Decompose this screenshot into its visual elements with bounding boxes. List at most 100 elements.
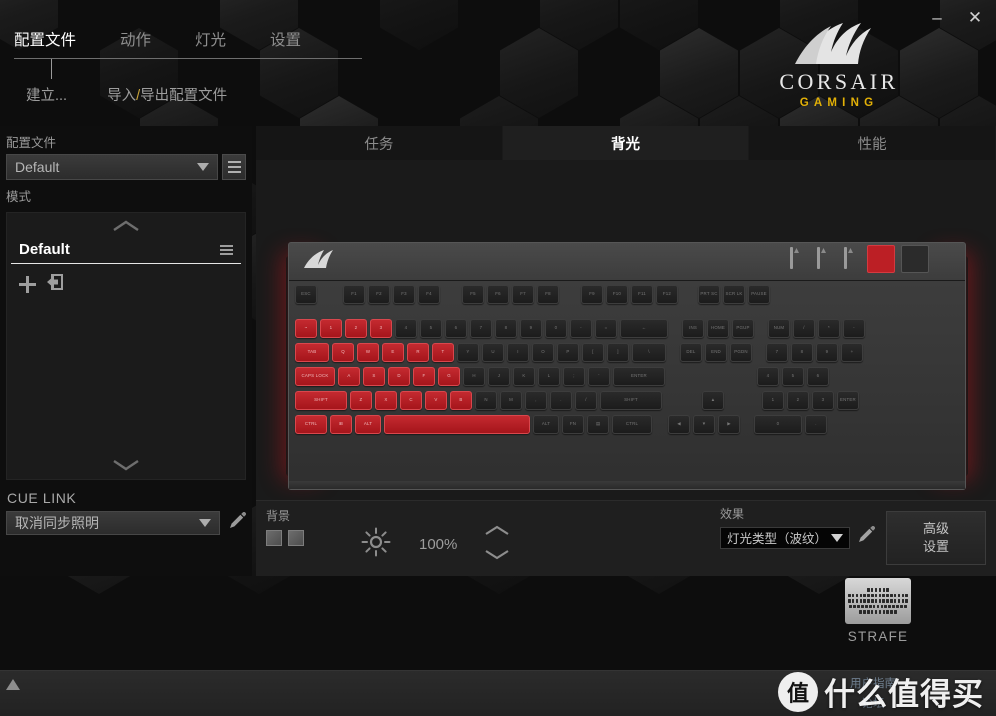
keyboard-key[interactable]: F9: [581, 285, 603, 304]
keyboard-key[interactable]: SCR LK: [723, 285, 745, 304]
keyboard-key[interactable]: PGUP: [732, 319, 754, 338]
keyboard-key[interactable]: ALT: [355, 415, 381, 434]
scroll-up-button[interactable]: [7, 213, 245, 239]
keyboard-key[interactable]: Y: [457, 343, 479, 362]
subtab-tasks[interactable]: 任务: [256, 126, 503, 160]
keyboard-key[interactable]: +: [841, 343, 863, 362]
keyboard-key[interactable]: ▶: [718, 415, 740, 434]
import-mode-icon[interactable]: [46, 273, 65, 296]
keyboard-key[interactable]: 5: [420, 319, 442, 338]
keyboard-key[interactable]: F6: [487, 285, 509, 304]
keyboard-key[interactable]: 4: [757, 367, 779, 386]
keyboard-key[interactable]: 0: [754, 415, 802, 434]
keyboard-key[interactable]: D: [388, 367, 410, 386]
keyboard-key[interactable]: NUM: [768, 319, 790, 338]
keyboard-key[interactable]: J: [488, 367, 510, 386]
keyboard-key[interactable]: FN: [562, 415, 584, 434]
advanced-settings-button[interactable]: 高级 设置: [886, 511, 986, 565]
keyboard-key[interactable]: PAUSE: [748, 285, 770, 304]
keyboard-key[interactable]: 6: [445, 319, 467, 338]
keyboard-key[interactable]: ENTER: [613, 367, 665, 386]
scroll-down-button[interactable]: [7, 451, 245, 479]
keyboard-key[interactable]: /: [575, 391, 597, 410]
keyboard-key[interactable]: ;: [563, 367, 585, 386]
keyboard-key[interactable]: 7: [766, 343, 788, 362]
tab-lighting[interactable]: 灯光: [195, 28, 226, 58]
keyboard-key[interactable]: -: [843, 319, 865, 338]
background-swatch-2[interactable]: [288, 530, 304, 546]
keyboard-key[interactable]: C: [400, 391, 422, 410]
keyboard-key[interactable]: F8: [537, 285, 559, 304]
keyboard-key[interactable]: ◀: [668, 415, 690, 434]
keyboard-key[interactable]: 9: [816, 343, 838, 362]
keyboard-key[interactable]: ▲: [702, 391, 724, 410]
keyboard-preview[interactable]: ESC F1 F2 F3 F4 F5 F6 F7 F8 F9 F10 F11 F12 PRT SC SCR …: [286, 242, 968, 490]
keyboard-key[interactable]: .: [550, 391, 572, 410]
keyboard-key[interactable]: 5: [782, 367, 804, 386]
keyboard-key[interactable]: 3: [812, 391, 834, 410]
keyboard-key[interactable]: G: [438, 367, 460, 386]
cue-link-edit-icon[interactable]: [228, 511, 246, 535]
create-profile-action[interactable]: 建立...: [26, 84, 67, 105]
keyboard-key[interactable]: CTRL: [612, 415, 652, 434]
keyboard-key[interactable]: ←: [620, 319, 668, 338]
keyboard-key[interactable]: [384, 415, 530, 434]
winlock-button[interactable]: [901, 245, 929, 273]
subtab-backlight[interactable]: 背光: [502, 126, 750, 160]
keyboard-key[interactable]: .: [805, 415, 827, 434]
keyboard-key[interactable]: 8: [495, 319, 517, 338]
keyboard-key[interactable]: ~: [295, 319, 317, 338]
effect-edit-icon[interactable]: [857, 526, 875, 549]
profile-menu-button[interactable]: [222, 154, 246, 180]
keyboard-key[interactable]: F7: [512, 285, 534, 304]
tab-settings[interactable]: 设置: [270, 28, 301, 58]
keyboard-key[interactable]: U: [482, 343, 504, 362]
keyboard-key[interactable]: O: [532, 343, 554, 362]
keyboard-key[interactable]: ALT: [533, 415, 559, 434]
keyboard-key[interactable]: [: [582, 343, 604, 362]
keyboard-key[interactable]: 2: [345, 319, 367, 338]
keyboard-key[interactable]: ENTER: [837, 391, 859, 410]
keyboard-key[interactable]: A: [338, 367, 360, 386]
keyboard-key[interactable]: HOME: [707, 319, 729, 338]
expand-status-caret-icon[interactable]: [6, 679, 20, 690]
keyboard-key[interactable]: ESC: [295, 285, 317, 304]
keyboard-key[interactable]: F10: [606, 285, 628, 304]
keyboard-key[interactable]: H: [463, 367, 485, 386]
keyboard-key[interactable]: 9: [520, 319, 542, 338]
keyboard-key[interactable]: M: [500, 391, 522, 410]
keyboard-key[interactable]: V: [425, 391, 447, 410]
keyboard-key[interactable]: ': [588, 367, 610, 386]
keyboard-key[interactable]: F3: [393, 285, 415, 304]
keyboard-key[interactable]: B: [450, 391, 472, 410]
keyboard-key[interactable]: CAPS LOCK: [295, 367, 335, 386]
add-mode-icon[interactable]: [19, 276, 36, 293]
keyboard-key[interactable]: \: [632, 343, 666, 362]
effect-dropdown[interactable]: 灯光类型（波纹）: [720, 526, 851, 549]
keyboard-key[interactable]: END: [705, 343, 727, 362]
close-button[interactable]: ✕: [964, 6, 986, 28]
keyboard-key[interactable]: 8: [791, 343, 813, 362]
keyboard-key[interactable]: I: [507, 343, 529, 362]
keyboard-key[interactable]: ▼: [693, 415, 715, 434]
minimize-button[interactable]: –: [926, 6, 948, 28]
keyboard-key[interactable]: T: [432, 343, 454, 362]
keyboard-key[interactable]: Q: [332, 343, 354, 362]
cue-link-dropdown[interactable]: 取消同步照明: [6, 511, 220, 535]
keyboard-key[interactable]: /: [793, 319, 815, 338]
keyboard-key[interactable]: 4: [395, 319, 417, 338]
keyboard-key[interactable]: 1: [320, 319, 342, 338]
keyboard-key[interactable]: DEL: [680, 343, 702, 362]
keyboard-key[interactable]: F5: [462, 285, 484, 304]
keyboard-key[interactable]: INS: [682, 319, 704, 338]
keyboard-key[interactable]: *: [818, 319, 840, 338]
keyboard-key[interactable]: 2: [787, 391, 809, 410]
mode-menu-icon[interactable]: [220, 244, 233, 255]
keyboard-key[interactable]: TAB: [295, 343, 329, 362]
keyboard-key[interactable]: PRT SC: [698, 285, 720, 304]
keyboard-key[interactable]: =: [595, 319, 617, 338]
keyboard-key[interactable]: ⊞: [330, 415, 352, 434]
keyboard-key[interactable]: L: [538, 367, 560, 386]
keyboard-key[interactable]: E: [382, 343, 404, 362]
keyboard-key[interactable]: ▤: [587, 415, 609, 434]
